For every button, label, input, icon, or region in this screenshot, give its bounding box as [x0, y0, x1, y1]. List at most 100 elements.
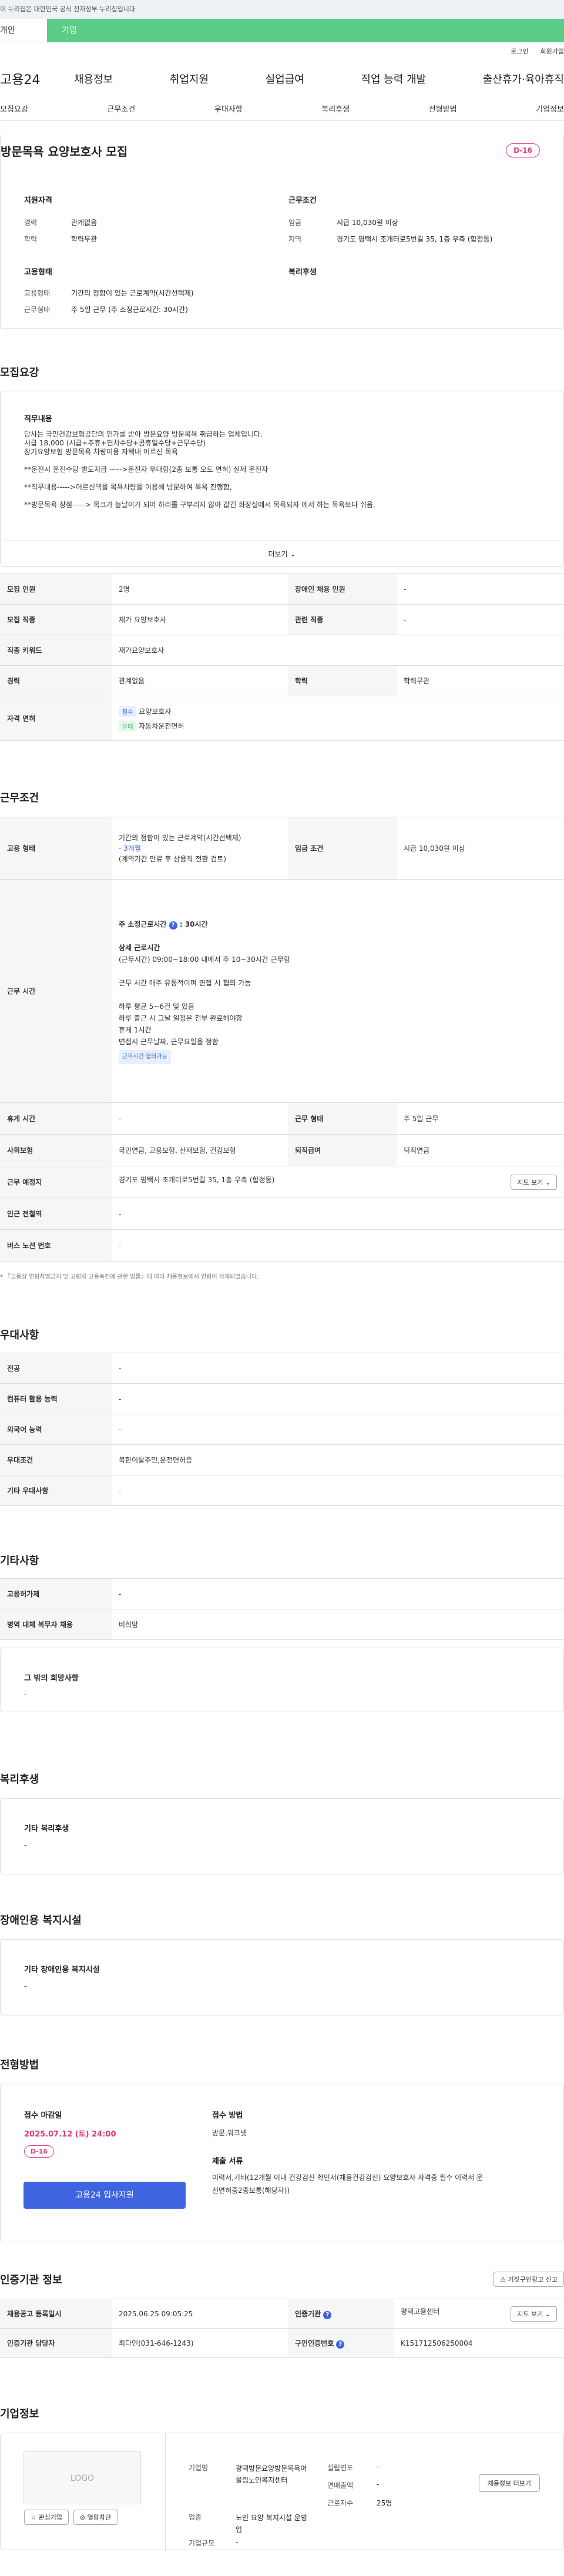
anchor-selection[interactable]: 전형방법: [429, 103, 457, 114]
info-icon[interactable]: ?: [323, 2310, 332, 2319]
negotiable-badge: 근무시간 협의가능: [119, 1049, 171, 1064]
anchor-preference[interactable]: 우대사항: [214, 103, 243, 114]
method-value: 방문,워크넷: [212, 2129, 247, 2137]
site-logo[interactable]: 고용24: [0, 69, 74, 88]
company-logo: LOGO: [24, 2451, 141, 2504]
report-fake-ad-label: 거짓구인광고 신고: [508, 2276, 558, 2283]
table-cell: -: [397, 573, 564, 605]
table-cell: -: [112, 1475, 564, 1506]
table-header-cell: 인증기관 ?: [288, 2299, 394, 2329]
recruit-table: 모집 인원 2명 장애인 채용 인원 - 모집 직종 재가 요양보호사 관련 직…: [0, 573, 564, 741]
recruit-section-title: 모집요강: [0, 367, 39, 379]
subway-cell: -: [112, 1198, 564, 1230]
apply-button[interactable]: 고용24 입사지원: [24, 2182, 186, 2209]
detail-line: 근무 시간 매주 유동적이며 면접 시 협의 가능: [119, 978, 251, 987]
chevron-down-icon: ⌄: [290, 550, 296, 558]
government-notice-text: 이 누리집은 대한민국 공식 전자정부 누리집입니다.: [0, 5, 137, 13]
table-row: 자격 면허 필수 요양보호사 우대 자동차운전면허: [0, 696, 564, 741]
table-row: 채용공고 등록일시 2025.06.25 09:05:25 인증기관 ? 평택고…: [0, 2299, 564, 2329]
block-company-button[interactable]: ⊘ 열람차단: [73, 2510, 118, 2525]
table-cell: 퇴직연금: [397, 1134, 564, 1166]
table-row: 사회보험 국민연금, 고용보험, 산재보험, 건강보험 퇴직급여 퇴직연금: [0, 1134, 564, 1166]
tab-individual[interactable]: 개인: [0, 19, 47, 42]
table-row: 기타 우대사항 -: [0, 1475, 564, 1506]
utility-menu: 로그인 회원가입: [0, 42, 564, 61]
duty-box: 직무내용 당사는 국민건강보험공단의 인가를 받아 방문요양 방문목욕 취급하는…: [0, 391, 564, 567]
info-icon[interactable]: ?: [169, 921, 177, 930]
employment-type-value: 기간의 정함이 있는 근로계약(시간선택제): [71, 289, 194, 297]
table-cell: -: [112, 1578, 564, 1609]
table-header-cell: 컴퓨터 활용 능력: [0, 1383, 112, 1414]
global-nav: 고용24 채용정보 취업지원 실업급여 직업 능력 개발 출산휴가·육아휴직: [0, 61, 564, 96]
job-summary-card: 방문목욕 요양보호사 모집 D-16 지원자격 경력 관계없음 학력 학력무관 …: [0, 135, 564, 329]
anchor-recruit[interactable]: 모집요강: [0, 103, 28, 114]
more-button[interactable]: 더보기 ⌄: [1, 541, 563, 566]
anchor-conditions[interactable]: 근무조건: [107, 103, 135, 114]
member-type-tabs: 개인 기업: [0, 19, 564, 42]
table-cell: -: [112, 1414, 564, 1445]
join-link[interactable]: 회원가입: [540, 42, 564, 61]
industry-value: 노인 요양 복지시설 운영업: [236, 2514, 307, 2534]
tab-company[interactable]: 기업: [47, 19, 564, 42]
table-header-cell: 병역 대체 복무자 채용: [0, 1609, 112, 1640]
detail-line: 휴게 1시간: [119, 1025, 152, 1034]
gnb-item-jobs[interactable]: 채용정보: [74, 71, 113, 86]
work-type-value: 주 5일 근무 (주 소정근로시간: 30시간): [71, 306, 188, 314]
career-label: 경력: [24, 219, 38, 227]
gnb-item-training[interactable]: 직업 능력 개발: [361, 71, 426, 86]
table-header-cell: 우대조건: [0, 1444, 112, 1475]
weekly-hours-value: 30시간: [184, 920, 208, 928]
login-link[interactable]: 로그인: [511, 42, 528, 61]
duty-line: 장기요양보험 방문목욕 차량이용 자택내 어르신 목욕: [24, 448, 178, 456]
duty-line: **방문목욕 장점-----> 목크가 늘날이가 되어 하리를 구부리지 않아 …: [24, 501, 375, 509]
table-header-cell: 모집 인원: [0, 573, 112, 605]
table-cell: -: [112, 1383, 564, 1414]
table-cell: 학력무관: [397, 665, 564, 696]
employment-note: (계약기간 만료 후 상용직 전환 검토): [119, 854, 226, 863]
table-row: 컴퓨터 활용 능력 -: [0, 1383, 564, 1414]
documents-value: 전면허증2종보통(해당자)): [212, 2186, 290, 2195]
table-cell: 주 5일 근무: [397, 1102, 564, 1135]
map-view-label: 지도 보기: [517, 1178, 543, 1186]
scale-value: -: [236, 2538, 239, 2546]
table-cell: 재가요양보호사: [112, 635, 564, 666]
sales-label: 연매출액: [327, 2481, 354, 2490]
table-cell: 2025.06.25 09:05:25: [112, 2299, 288, 2329]
license-required-badge: 필수: [119, 705, 137, 717]
career-value: 관계없음: [71, 219, 98, 227]
gnb-item-unemployment[interactable]: 실업급여: [266, 71, 304, 86]
table-row: 경력 관계없음 학력 학력무관: [0, 665, 564, 696]
table-row: 전공 -: [0, 1353, 564, 1384]
table-header-cell: 기타 우대사항: [0, 1475, 112, 1506]
other-requests-box: 그 밖의 희망사항 -: [0, 1648, 564, 1712]
employment-period: - 3개월: [119, 844, 141, 853]
auth-map-button[interactable]: 지도 보기 ⌄: [511, 2306, 557, 2322]
detail-line: 하루 평균 5~6건 및 있음: [119, 1002, 194, 1011]
table-row: 버스 노선 번호 -: [0, 1229, 564, 1262]
star-icon: ☆: [31, 2514, 36, 2521]
gnb-item-parental-leave[interactable]: 출산휴가·육아휴직: [483, 71, 564, 86]
table-header-cell: 관련 직종: [288, 604, 397, 635]
table-cell: -: [112, 1353, 564, 1384]
work-time-cell: 주 소정근로시간 ? : 30시간 상세 근로시간 (근무시간) 09:00~1…: [112, 879, 564, 1103]
anchor-welfare[interactable]: 복리후생: [321, 103, 350, 114]
table-cell: 재가 요양보호사: [112, 604, 288, 635]
duty-line: 당사는 국민건강보험공단의 인가를 받아 방문요양 방문목욕 취급하는 업체입니…: [24, 430, 263, 438]
table-row: 고용허가제 -: [0, 1578, 564, 1609]
table-cell: 관계없음: [112, 665, 288, 696]
favorite-company-button[interactable]: ☆ 관심기업: [24, 2510, 69, 2525]
etc-section-title: 기타사항: [0, 1555, 39, 1567]
license-name: 요양보호사: [139, 707, 172, 716]
anchor-company[interactable]: 기업정보: [536, 103, 564, 114]
map-view-button[interactable]: 지도 보기 ⌄: [511, 1174, 557, 1190]
disabled-section-title: 장애인용 복지시설: [0, 1914, 82, 1927]
company-jobs-button[interactable]: 채용정보 더보기: [478, 2474, 540, 2492]
info-icon[interactable]: ?: [336, 2340, 345, 2349]
conditions-table: 고용 형태 기간의 정함이 있는 근로계약(시간선택제) - 3개월 (계약기간…: [0, 817, 564, 1262]
duty-line: **운전시 운전수당 별도지급 ----->운전자 우대함(2종 보통 오토 면…: [24, 465, 268, 474]
work-place-value: 경기도 평택시 조개터로5번길 35, 1층 우측 (합정동): [119, 1175, 275, 1184]
table-header-cell: 근무 형태: [288, 1102, 397, 1135]
table-cell: 북한이탈주민,운전면허증: [112, 1444, 564, 1475]
report-fake-ad-button[interactable]: ⚠ 거짓구인광고 신고: [494, 2272, 564, 2287]
gnb-item-employment-support[interactable]: 취업지원: [170, 71, 209, 86]
